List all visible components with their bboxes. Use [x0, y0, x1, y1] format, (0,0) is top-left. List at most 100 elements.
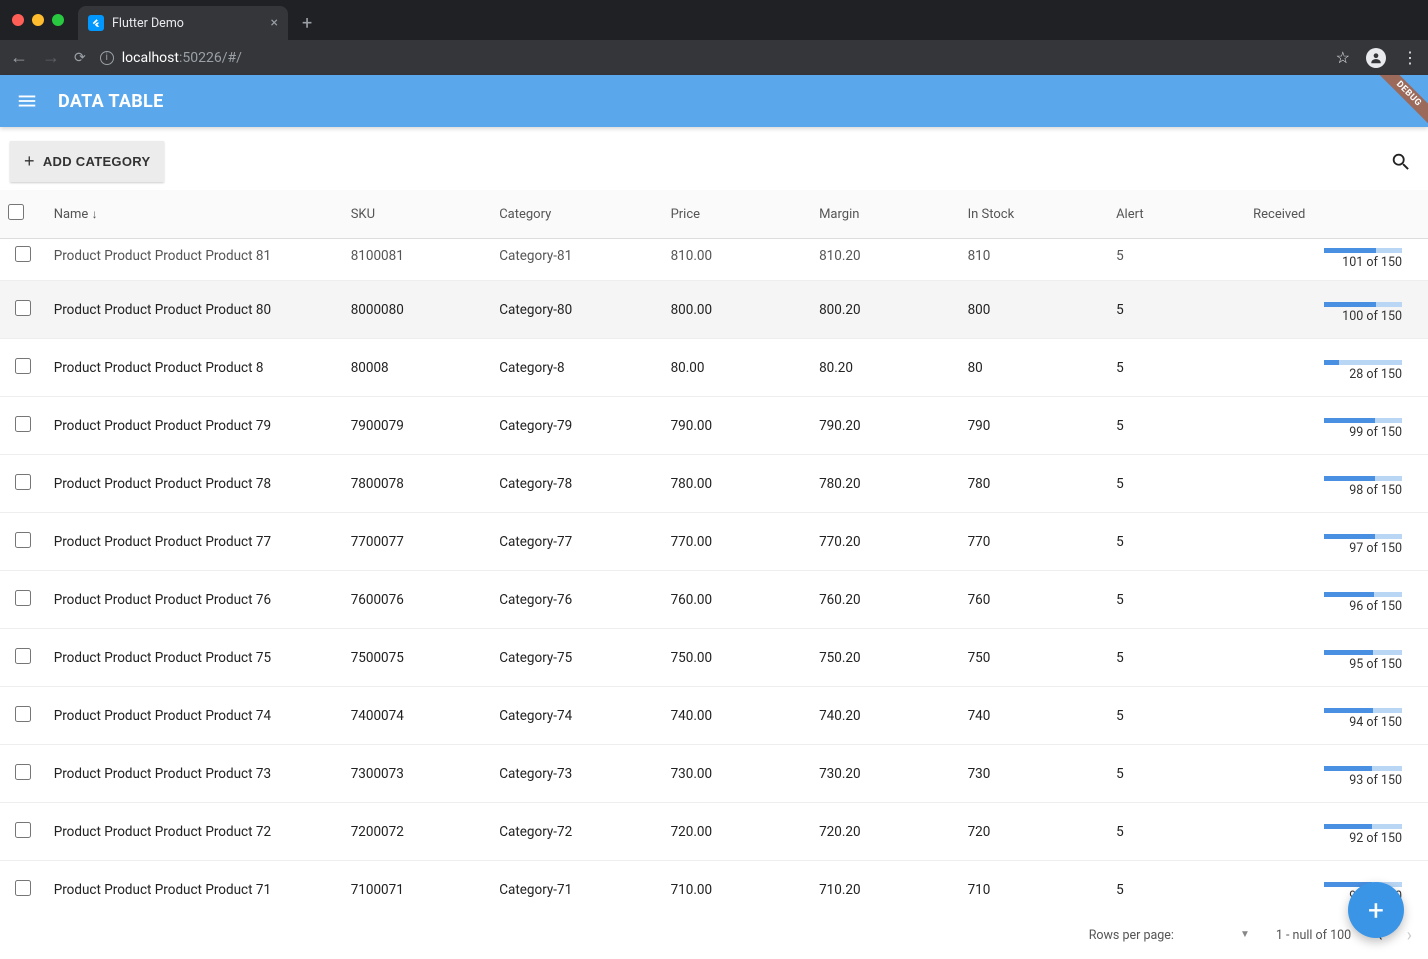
cell-alert: 5 — [1108, 861, 1245, 919]
row-checkbox[interactable] — [15, 648, 31, 664]
cell-name: Product Product Product Product 81 — [46, 239, 343, 281]
site-info-icon[interactable]: i — [100, 51, 114, 65]
cell-margin: 710.20 — [811, 861, 960, 919]
cell-price: 800.00 — [663, 281, 812, 339]
cell-price: 740.00 — [663, 687, 812, 745]
header-name[interactable]: Name ↓ — [46, 190, 343, 239]
cell-sku: 7900079 — [343, 397, 492, 455]
cell-sku: 8000080 — [343, 281, 492, 339]
cell-price: 750.00 — [663, 629, 812, 687]
received-progress — [1324, 248, 1402, 253]
next-page-button[interactable]: › — [1407, 925, 1412, 946]
forward-button[interactable]: → — [42, 47, 60, 68]
maximize-window-icon[interactable] — [52, 14, 64, 26]
cell-alert: 5 — [1108, 239, 1245, 281]
row-checkbox[interactable] — [15, 416, 31, 432]
row-checkbox[interactable] — [15, 246, 31, 262]
cell-instock: 80 — [960, 339, 1109, 397]
header-sku[interactable]: SKU — [343, 190, 492, 239]
select-all-checkbox[interactable] — [8, 204, 24, 220]
table-row[interactable]: Product Product Product Product 78780007… — [0, 455, 1428, 513]
row-checkbox[interactable] — [15, 300, 31, 316]
add-category-button[interactable]: + ADD CATEGORY — [10, 141, 164, 182]
table-row[interactable]: Product Product Product Product 71710007… — [0, 861, 1428, 919]
back-button[interactable]: ← — [10, 47, 28, 68]
header-alert[interactable]: Alert — [1108, 190, 1245, 239]
table-row[interactable]: Product Product Product Product 75750007… — [0, 629, 1428, 687]
cell-instock: 780 — [960, 455, 1109, 513]
table-row[interactable]: Product Product Product Product 81810008… — [0, 239, 1428, 281]
rows-per-page-select[interactable]: ▼ — [1200, 929, 1250, 941]
header-price[interactable]: Price — [663, 190, 812, 239]
profile-avatar-icon[interactable] — [1366, 48, 1386, 68]
cell-instock: 750 — [960, 629, 1109, 687]
close-window-icon[interactable] — [12, 14, 24, 26]
header-margin[interactable]: Margin — [811, 190, 960, 239]
row-checkbox[interactable] — [15, 358, 31, 374]
cell-sku: 7100071 — [343, 861, 492, 919]
row-checkbox[interactable] — [15, 764, 31, 780]
cell-alert: 5 — [1108, 803, 1245, 861]
cell-margin: 790.20 — [811, 397, 960, 455]
address-bar[interactable]: i localhost:50226/#/ — [100, 50, 1322, 66]
cell-alert: 5 — [1108, 571, 1245, 629]
table-row[interactable]: Product Product Product Product 74740007… — [0, 687, 1428, 745]
header-instock[interactable]: In Stock — [960, 190, 1109, 239]
table-row[interactable]: Product Product Product Product 72720007… — [0, 803, 1428, 861]
table-header-row: Name ↓ SKU Category Price Margin In Stoc… — [0, 190, 1428, 239]
cell-instock: 800 — [960, 281, 1109, 339]
new-tab-button[interactable]: + — [302, 13, 312, 34]
table-row[interactable]: Product Product Product Product 73730007… — [0, 745, 1428, 803]
row-checkbox[interactable] — [15, 880, 31, 896]
table-row[interactable]: Product Product Product Product 79790007… — [0, 397, 1428, 455]
cell-alert: 5 — [1108, 745, 1245, 803]
header-received[interactable]: Received — [1245, 190, 1428, 239]
cell-price: 760.00 — [663, 571, 812, 629]
minimize-window-icon[interactable] — [32, 14, 44, 26]
bookmark-star-icon[interactable]: ☆ — [1336, 48, 1350, 67]
row-checkbox[interactable] — [15, 706, 31, 722]
dropdown-caret-icon: ▼ — [1240, 929, 1250, 940]
cell-instock: 710 — [960, 861, 1109, 919]
action-bar: + ADD CATEGORY — [0, 127, 1428, 190]
cell-margin: 740.20 — [811, 687, 960, 745]
fab-add-button[interactable]: + — [1348, 882, 1404, 938]
received-label: 93 of 150 — [1349, 773, 1402, 788]
cell-instock: 760 — [960, 571, 1109, 629]
row-checkbox[interactable] — [15, 474, 31, 490]
received-progress — [1324, 534, 1402, 539]
cell-name: Product Product Product Product 71 — [46, 861, 343, 919]
cell-received: 99 of 150 — [1245, 397, 1428, 455]
row-checkbox[interactable] — [15, 822, 31, 838]
cell-price: 720.00 — [663, 803, 812, 861]
cell-margin: 810.20 — [811, 239, 960, 281]
cell-received: 95 of 150 — [1245, 629, 1428, 687]
table-row[interactable]: Product Product Product Product 880008Ca… — [0, 339, 1428, 397]
search-icon[interactable] — [1390, 151, 1412, 173]
cell-category: Category-72 — [491, 803, 662, 861]
cell-category: Category-81 — [491, 239, 662, 281]
rows-per-page-label: Rows per page: — [1089, 928, 1174, 943]
cell-sku: 7800078 — [343, 455, 492, 513]
cell-received: 96 of 150 — [1245, 571, 1428, 629]
received-progress — [1324, 592, 1402, 597]
cell-sku: 80008 — [343, 339, 492, 397]
tab-close-icon[interactable]: × — [271, 15, 278, 31]
menu-icon[interactable] — [16, 90, 38, 112]
table-row[interactable]: Product Product Product Product 77770007… — [0, 513, 1428, 571]
reload-button[interactable]: ⟳ — [74, 50, 86, 66]
browser-tab[interactable]: Flutter Demo × — [78, 6, 288, 40]
cell-margin: 750.20 — [811, 629, 960, 687]
table-row[interactable]: Product Product Product Product 76760007… — [0, 571, 1428, 629]
cell-margin: 80.20 — [811, 339, 960, 397]
received-label: 100 of 150 — [1342, 309, 1402, 324]
cell-category: Category-8 — [491, 339, 662, 397]
cell-name: Product Product Product Product 76 — [46, 571, 343, 629]
row-checkbox[interactable] — [15, 590, 31, 606]
header-category[interactable]: Category — [491, 190, 662, 239]
table-row[interactable]: Product Product Product Product 80800008… — [0, 281, 1428, 339]
row-checkbox[interactable] — [15, 532, 31, 548]
cell-sku: 7400074 — [343, 687, 492, 745]
browser-menu-icon[interactable]: ⋮ — [1402, 48, 1418, 67]
received-progress — [1324, 708, 1402, 713]
